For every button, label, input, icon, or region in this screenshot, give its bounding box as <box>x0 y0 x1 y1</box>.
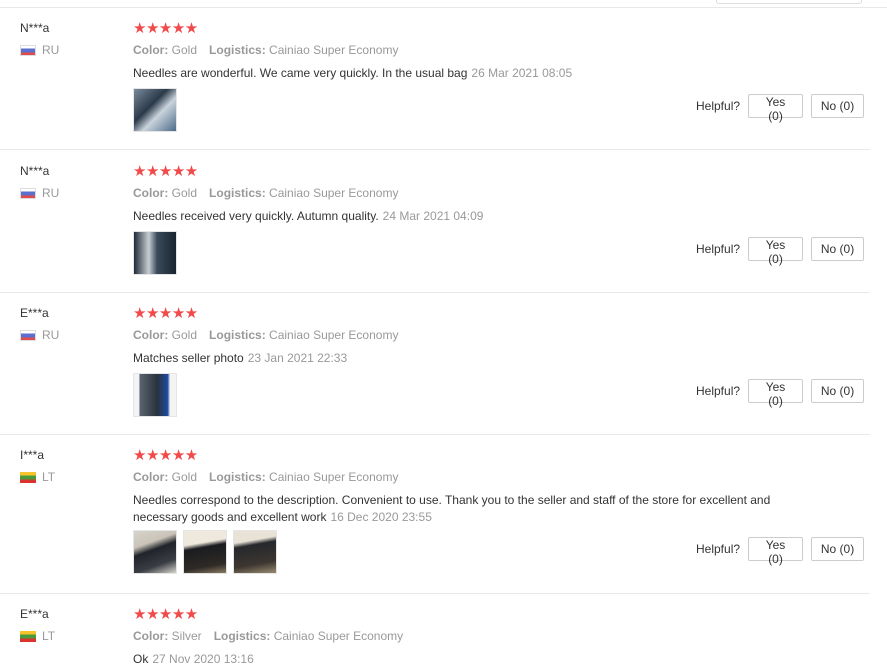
country-code: RU <box>42 186 60 200</box>
helpful-label: Helpful? <box>696 242 741 256</box>
color-value: Gold <box>171 186 198 200</box>
reviewer-country: RU <box>20 328 59 342</box>
color-value: Silver <box>171 629 202 643</box>
logistics-value: Cainiao Super Economy <box>269 43 399 57</box>
review-body: Needles received very quickly. Autumn qu… <box>133 209 379 223</box>
helpful-label: Helpful? <box>696 384 741 398</box>
flag-ru-icon <box>20 44 36 56</box>
helpful-no-button[interactable]: No (0) <box>811 537 865 561</box>
reviewer-name: E***a <box>20 306 49 320</box>
reviewer-name: N***a <box>20 164 50 178</box>
reviewer-country: RU <box>20 186 59 200</box>
country-code: RU <box>42 43 60 57</box>
review-divider <box>0 593 870 594</box>
review-photo-thumbnail[interactable] <box>133 530 177 574</box>
review-meta: Color: Gold Logistics: Cainiao Super Econ… <box>133 470 398 484</box>
flag-ru-icon <box>20 329 36 341</box>
review-photo-thumbnail[interactable] <box>133 231 177 275</box>
reviewer-country: LT <box>20 470 55 484</box>
logistics-label: Logistics: <box>209 328 266 342</box>
review-photo-thumbnail[interactable] <box>133 373 177 417</box>
review-body: Matches seller photo <box>133 351 244 365</box>
review-text: Ok 27 Nov 2020 13:16 <box>133 651 783 668</box>
review-text: Needles correspond to the description. C… <box>133 492 783 526</box>
review-photo-thumbnail[interactable] <box>183 530 227 574</box>
review-photo-thumbnail[interactable] <box>233 530 277 574</box>
helpful-no-button[interactable]: No (0) <box>811 237 865 261</box>
sort-dropdown[interactable] <box>716 0 862 4</box>
country-code: LT <box>42 629 56 643</box>
reviewer-country: LT <box>20 629 55 643</box>
helpful-no-button[interactable]: No (0) <box>811 379 865 403</box>
review-divider <box>0 149 870 150</box>
color-value: Gold <box>171 328 198 342</box>
star-rating: ★★★★★ <box>133 606 198 623</box>
review-meta: Color: Gold Logistics: Cainiao Super Econ… <box>133 43 398 57</box>
country-code: LT <box>42 470 56 484</box>
logistics-value: Cainiao Super Economy <box>269 328 399 342</box>
helpful-yes-button[interactable]: Yes (0) <box>748 537 804 566</box>
logistics-label: Logistics: <box>213 629 271 643</box>
review-body: Ok <box>133 652 149 666</box>
review-date: 27 Nov 2020 13:16 <box>152 652 254 666</box>
review-text: Matches seller photo 23 Jan 2021 22:33 <box>133 350 783 367</box>
star-rating: ★★★★★ <box>133 163 198 180</box>
helpful-label: Helpful? <box>696 542 741 556</box>
color-label: Color: <box>133 186 169 200</box>
review-date: 24 Mar 2021 04:09 <box>382 209 484 223</box>
review-date: 16 Dec 2020 23:55 <box>330 510 432 524</box>
flag-ru-icon <box>20 187 36 199</box>
country-code: RU <box>42 328 60 342</box>
review-meta: Color: Gold Logistics: Cainiao Super Econ… <box>133 186 398 200</box>
reviewer-country: RU <box>20 43 59 57</box>
reviewer-name: E***a <box>20 607 49 621</box>
logistics-label: Logistics: <box>209 186 266 200</box>
top-divider <box>0 7 887 8</box>
review-date: 26 Mar 2021 08:05 <box>471 66 573 80</box>
review-text: Needles are wonderful. We came very quic… <box>133 65 783 82</box>
review-body: Needles correspond to the description. C… <box>133 493 771 524</box>
star-rating: ★★★★★ <box>133 447 198 464</box>
review-meta: Color: Silver Logistics: Cainiao Super Ec… <box>133 629 403 643</box>
review-meta: Color: Gold Logistics: Cainiao Super Econ… <box>133 328 398 342</box>
star-rating: ★★★★★ <box>133 20 198 37</box>
reviewer-name: N***a <box>20 21 50 35</box>
helpful-no-button[interactable]: No (0) <box>811 94 865 118</box>
flag-lt-icon <box>20 471 36 483</box>
logistics-value: Cainiao Super Economy <box>269 470 399 484</box>
helpful-section: Helpful? Yes (0) No (0) <box>696 94 865 123</box>
star-rating: ★★★★★ <box>133 305 198 322</box>
reviewer-name: I***a <box>20 448 45 462</box>
logistics-label: Logistics: <box>209 43 266 57</box>
color-label: Color: <box>133 629 169 643</box>
logistics-value: Cainiao Super Economy <box>269 186 399 200</box>
color-label: Color: <box>133 328 169 342</box>
color-value: Gold <box>171 43 198 57</box>
color-label: Color: <box>133 43 169 57</box>
review-photos <box>133 373 183 417</box>
logistics-label: Logistics: <box>209 470 266 484</box>
helpful-yes-button[interactable]: Yes (0) <box>748 379 804 408</box>
color-label: Color: <box>133 470 169 484</box>
review-photo-thumbnail[interactable] <box>133 88 177 132</box>
helpful-label: Helpful? <box>696 99 741 113</box>
review-divider <box>0 434 870 435</box>
color-value: Gold <box>171 470 198 484</box>
helpful-yes-button[interactable]: Yes (0) <box>748 237 804 266</box>
review-photos <box>133 530 283 574</box>
review-photos <box>133 231 183 275</box>
helpful-section: Helpful? Yes (0) No (0) <box>696 537 865 566</box>
helpful-yes-button[interactable]: Yes (0) <box>748 94 804 123</box>
review-date: 23 Jan 2021 22:33 <box>247 351 348 365</box>
helpful-section: Helpful? Yes (0) No (0) <box>696 379 865 408</box>
review-body: Needles are wonderful. We came very quic… <box>133 66 468 80</box>
helpful-section: Helpful? Yes (0) No (0) <box>696 237 865 266</box>
logistics-value: Cainiao Super Economy <box>273 629 404 643</box>
review-photos <box>133 88 183 132</box>
review-divider <box>0 292 870 293</box>
review-text: Needles received very quickly. Autumn qu… <box>133 208 783 225</box>
flag-lt-icon <box>20 630 36 642</box>
